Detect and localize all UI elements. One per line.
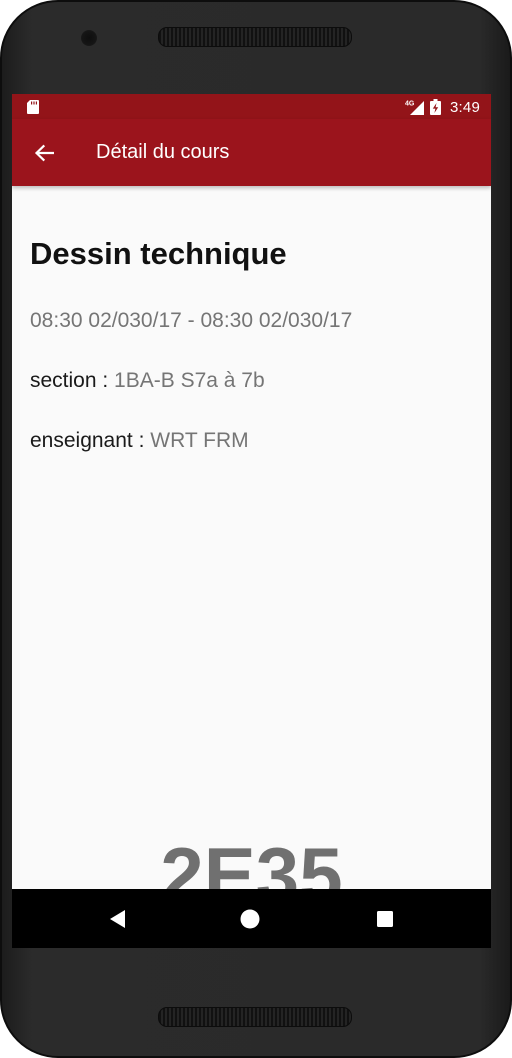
- nav-back-icon: [110, 910, 125, 928]
- nav-home-icon: [240, 909, 260, 929]
- status-clock: 3:49: [450, 98, 480, 116]
- back-button[interactable]: [28, 137, 60, 169]
- page-title: Détail du cours: [96, 141, 230, 163]
- course-datetime: 08:30 02/030/17 - 08:30 02/030/17: [30, 309, 353, 332]
- nav-recents-button[interactable]: [372, 906, 398, 932]
- section-line: section : 1BA-B S7a à 7b: [30, 369, 265, 393]
- status-bar: 4G 3:49: [12, 94, 491, 119]
- front-camera: [81, 30, 97, 46]
- teacher-label: enseignant :: [30, 429, 151, 452]
- app-bar: Détail du cours: [12, 119, 491, 186]
- sd-card-icon: [27, 100, 39, 114]
- navigation-bar: [12, 889, 491, 948]
- top-speaker-grille: [158, 27, 352, 47]
- status-icons: 4G 3:49: [405, 97, 480, 117]
- nav-recents-icon: [377, 911, 393, 927]
- section-label: section :: [30, 369, 115, 392]
- teacher-value: WRT FRM: [150, 429, 249, 452]
- course-name: Dessin technique: [30, 236, 287, 271]
- teacher-line: enseignant : WRT FRM: [30, 429, 249, 453]
- screen: 4G 3:49 Détail du cours Dessin technique…: [12, 94, 491, 948]
- signal-icon: 4G: [405, 101, 424, 115]
- bottom-speaker-grille: [158, 1007, 352, 1027]
- network-type-label: 4G: [405, 101, 415, 108]
- nav-home-button[interactable]: [237, 906, 263, 932]
- phone-frame: 4G 3:49 Détail du cours Dessin technique…: [0, 0, 512, 1058]
- battery-charging-icon: [430, 99, 441, 115]
- arrow-back-icon: [34, 144, 54, 162]
- section-value: 1BA-B S7a à 7b: [114, 369, 265, 392]
- nav-back-button[interactable]: [104, 906, 130, 932]
